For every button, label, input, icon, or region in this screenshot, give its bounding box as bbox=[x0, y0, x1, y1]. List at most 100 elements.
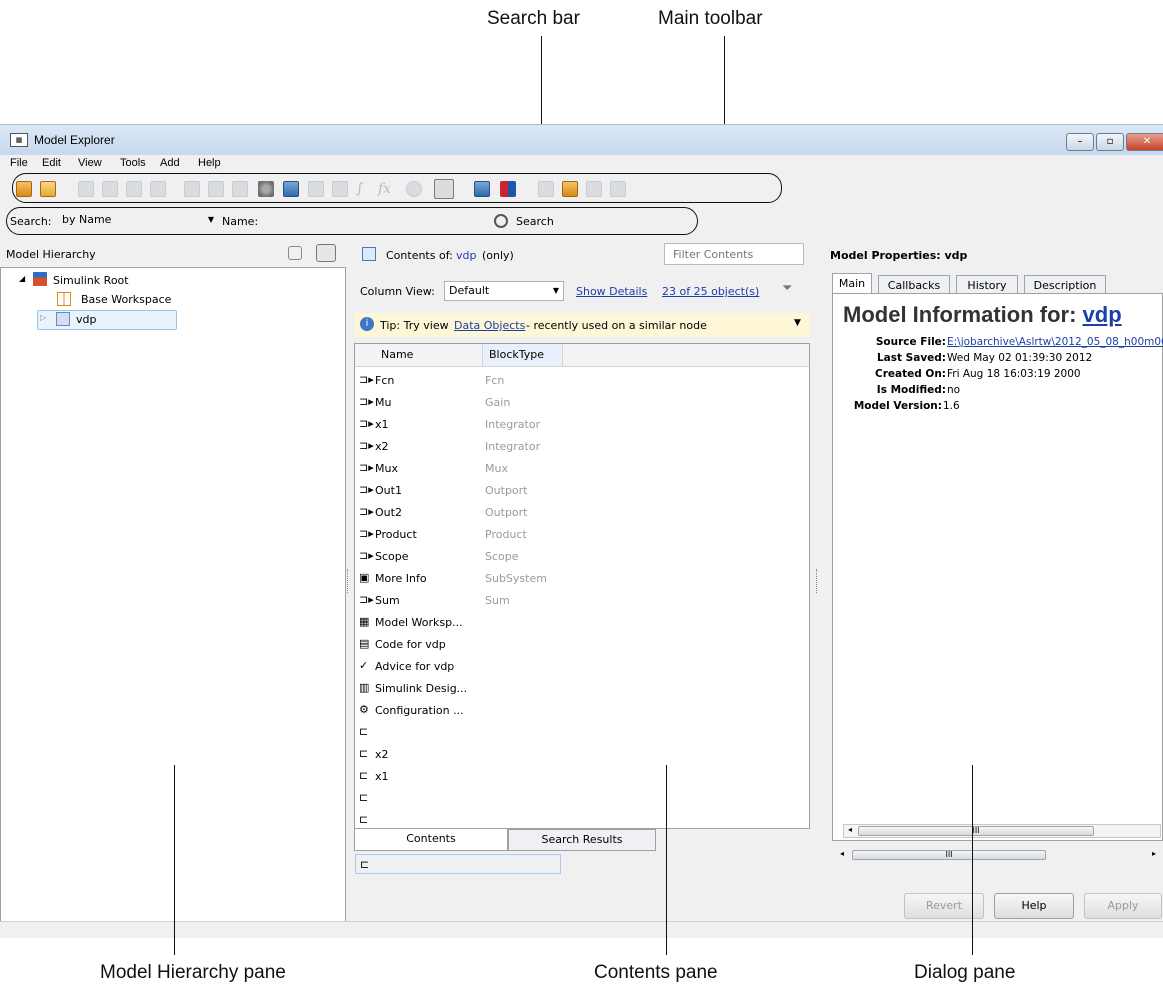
window-title: Model Explorer bbox=[34, 133, 115, 147]
table-row[interactable]: ⚙ Configuration ... bbox=[355, 700, 809, 720]
minimize-button[interactable]: – bbox=[1066, 133, 1094, 151]
right-splitter[interactable] bbox=[816, 569, 821, 593]
table-row[interactable]: ⊐▸ Scope Scope bbox=[355, 546, 809, 566]
maximize-button[interactable]: ▫ bbox=[1096, 133, 1124, 151]
scroll-left-arrow[interactable]: ◂ bbox=[840, 849, 844, 858]
tip-data-objects-link[interactable]: Data Objects bbox=[454, 319, 525, 332]
field-label: Source File: bbox=[875, 336, 946, 348]
mask-icon[interactable] bbox=[316, 244, 336, 262]
table-row[interactable]: ⊏ x2 bbox=[355, 744, 809, 764]
field-label: Last Saved: bbox=[876, 352, 946, 364]
signal-icon: ⊏ bbox=[359, 747, 369, 760]
table-row[interactable]: ⊐▸ Sum Sum bbox=[355, 590, 809, 610]
tab-history[interactable]: History bbox=[956, 275, 1018, 295]
contents-header: Contents of: vdp (only) Column View: Def… bbox=[354, 239, 810, 359]
row-name: Mux bbox=[375, 462, 398, 475]
row-name: Product bbox=[375, 528, 417, 541]
tab-contents[interactable]: Contents bbox=[354, 829, 508, 851]
tab-search-results[interactable]: Search Results bbox=[508, 829, 656, 851]
hierarchy-title: Model Hierarchy bbox=[6, 248, 96, 261]
tip-prefix: Tip: Try view bbox=[380, 319, 449, 332]
row-name: Mu bbox=[375, 396, 392, 409]
menu-view[interactable]: View bbox=[78, 157, 102, 169]
table-row[interactable]: ⊏ bbox=[355, 722, 809, 742]
table-row[interactable]: ⊏ bbox=[355, 810, 809, 830]
menu-file[interactable]: File bbox=[10, 157, 28, 169]
menu-edit[interactable]: Edit bbox=[42, 157, 61, 169]
table-row[interactable]: ▤ Code for vdp bbox=[355, 634, 809, 654]
tab-callbacks[interactable]: Callbacks bbox=[878, 275, 950, 295]
row-name: x1 bbox=[375, 770, 389, 783]
menu-tools[interactable]: Tools bbox=[120, 157, 146, 169]
outer-horizontal-scrollbar[interactable]: ◂ III ▸ bbox=[832, 849, 1163, 863]
table-row[interactable]: ⊐▸ Out1 Outport bbox=[355, 480, 809, 500]
row-blocktype: Integrator bbox=[485, 440, 541, 453]
row-blocktype: Gain bbox=[485, 396, 511, 409]
row-blocktype: Outport bbox=[485, 484, 528, 497]
tree-item-label: Simulink Root bbox=[53, 274, 129, 287]
table-row[interactable]: ⊐▸ x2 Integrator bbox=[355, 436, 809, 456]
scroll-right-arrow[interactable]: ▸ bbox=[1152, 849, 1156, 858]
table-row[interactable]: ⊐▸ Product Product bbox=[355, 524, 809, 544]
table-row[interactable]: ⊐▸ x1 Integrator bbox=[355, 414, 809, 434]
block-icon: ⊐▸ bbox=[359, 505, 374, 518]
signal-icon: ⊏ bbox=[359, 725, 369, 738]
row-blocktype: Scope bbox=[485, 550, 519, 563]
help-button[interactable]: Help bbox=[994, 893, 1074, 919]
field-value: Fri Aug 18 16:03:19 2000 bbox=[947, 368, 1081, 380]
column-view-dropdown[interactable]: Default ▼ bbox=[444, 281, 564, 301]
row-blocktype: SubSystem bbox=[485, 572, 547, 585]
table-row[interactable]: ⊐▸ Out2 Outport bbox=[355, 502, 809, 522]
scroll-thumb[interactable]: III bbox=[852, 850, 1046, 860]
close-button[interactable]: ✕ bbox=[1126, 133, 1163, 151]
table-row[interactable]: ▥ Simulink Desig... bbox=[355, 678, 809, 698]
model-info-field: Model Version: 1.6 bbox=[833, 400, 1163, 416]
apply-button[interactable]: Apply bbox=[1084, 893, 1162, 919]
callout-line-dialog bbox=[972, 765, 973, 955]
contents-tabs: Contents Search Results bbox=[354, 829, 810, 851]
contents-model-link[interactable]: vdp bbox=[456, 249, 476, 262]
field-label: Created On: bbox=[874, 368, 946, 380]
menu-help[interactable]: Help bbox=[198, 157, 221, 169]
tab-description[interactable]: Description bbox=[1024, 275, 1106, 295]
filter-funnel-icon[interactable]: ⏷ bbox=[782, 281, 792, 296]
table-row[interactable]: ✓ Advice for vdp bbox=[355, 656, 809, 676]
heading-vdp-link[interactable]: vdp bbox=[1083, 302, 1122, 327]
menu-add[interactable]: Add bbox=[160, 157, 180, 169]
show-details-link[interactable]: Show Details bbox=[576, 285, 647, 298]
scroll-left-arrow[interactable]: ◂ bbox=[848, 825, 852, 834]
row-blocktype: Integrator bbox=[485, 418, 541, 431]
model-icon bbox=[56, 312, 70, 326]
dialog-header: Model Properties: vdp bbox=[828, 239, 1163, 269]
table-row[interactable]: ⊏ bbox=[355, 788, 809, 808]
tree-item-vdp[interactable]: ▷ vdp bbox=[37, 310, 177, 330]
filter-contents-input[interactable] bbox=[664, 243, 804, 265]
menu-bar: File Edit View Tools Add Help bbox=[0, 155, 1163, 173]
object-count-link[interactable]: 23 of 25 object(s) bbox=[662, 285, 759, 298]
callout-search-bar: Search bar bbox=[487, 8, 580, 29]
tip-dropdown-icon[interactable]: ▼ bbox=[794, 318, 801, 328]
table-row[interactable]: ▣ More Info SubSystem bbox=[355, 568, 809, 588]
link-icon[interactable] bbox=[288, 246, 302, 260]
tab-main[interactable]: Main bbox=[832, 273, 872, 295]
subsystem-icon: ▣ bbox=[359, 571, 370, 584]
table-row[interactable]: ⊐▸ Fcn Fcn bbox=[355, 370, 809, 390]
field-value[interactable]: E:\jobarchive\Aslrtw\2012_05_08_h00m06 bbox=[947, 336, 1163, 348]
inner-horizontal-scrollbar[interactable]: ◂ III bbox=[843, 824, 1161, 838]
left-splitter[interactable] bbox=[347, 569, 352, 593]
field-value: Wed May 02 01:39:30 2012 bbox=[947, 352, 1093, 364]
block-icon: ⊐▸ bbox=[359, 417, 374, 430]
row-name: Out1 bbox=[375, 484, 402, 497]
table-row[interactable]: ⊏ bbox=[355, 854, 561, 874]
column-header-blocktype[interactable]: BlockType bbox=[483, 344, 563, 366]
table-row[interactable]: ⊏ x1 bbox=[355, 766, 809, 786]
column-header-name[interactable]: Name bbox=[355, 344, 483, 366]
block-icon: ⊐▸ bbox=[359, 373, 374, 386]
scroll-thumb[interactable]: III bbox=[858, 826, 1094, 836]
callout-line-hierarchy bbox=[174, 765, 175, 955]
callout-contents-pane: Contents pane bbox=[594, 962, 718, 983]
table-row[interactable]: ⊐▸ Mu Gain bbox=[355, 392, 809, 412]
row-name: Fcn bbox=[375, 374, 395, 387]
table-row[interactable]: ▦ Model Worksp... bbox=[355, 612, 809, 632]
table-row[interactable]: ⊐▸ Mux Mux bbox=[355, 458, 809, 478]
